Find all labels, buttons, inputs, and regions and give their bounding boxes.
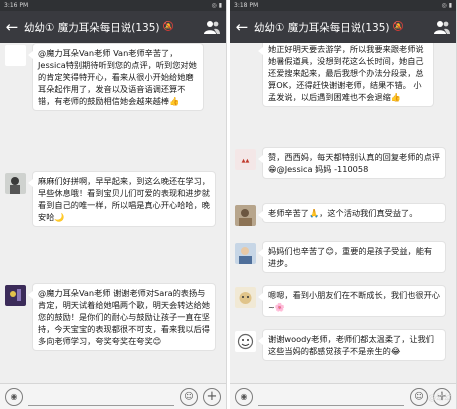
chat-screen-right: 3:18 PM ◎ ▮ ← 幼幼① 魔力耳朵每日说(135) 🔕 她正好明天要去… [230,0,457,409]
group-members-icon[interactable] [434,19,450,35]
avatar[interactable] [5,285,26,306]
chat-title-bar: ← 幼幼① 魔力耳朵每日说(135) 🔕 [230,11,456,43]
message-bubble: 麻麻们好拼啊，早早起来，到这么晚还在学习，早些休息哦！看到宝贝儿们可爱的表现和进… [28,171,216,227]
chat-title: 幼幼① 魔力耳朵每日说(135) [254,21,390,34]
message-bubble: @魔力耳朵Van老师 谢谢老师对Sara的表扬与肯定，明天试着给她唱两个歌，明天… [28,283,216,351]
emoji-icon[interactable]: ☺ [180,388,198,406]
message-list[interactable]: 她正好明天要去游学，所以我要来跟老师说她暑假道具，没想到花这么长时间，她自己还爱… [230,43,456,383]
emoji-icon[interactable]: ☺ [410,388,428,406]
status-time: 3:18 PM [234,2,259,9]
avatar[interactable] [235,331,256,352]
avatar[interactable] [235,205,256,226]
input-bar: ◉ ☺ + [230,383,456,409]
status-icons: ◎ ▮ [211,2,222,9]
message-bubble: 妈妈们也辛苦了😊，重要的是孩子受益，能有进步。 [258,241,446,273]
message-input[interactable] [258,388,404,406]
voice-icon[interactable]: ◉ [5,388,23,406]
chat-title-bar: ← 幼幼① 魔力耳朵每日说(135) 🔕 [0,11,226,43]
message-bubble: @魔力耳朵Van老师 Van老师辛苦了，Jessica特别期待听到您的点评，听到… [28,43,204,111]
group-members-icon[interactable] [204,19,220,35]
message-bubble: 老师辛苦了🙏，这个活动我们真受益了。 [258,203,446,223]
avatar[interactable]: ▲▲ [235,149,256,170]
message-bubble: 赞，西西妈，每天都特别认真的回复老师的点评😁@Jessica 妈妈 -11005… [258,147,446,179]
avatar[interactable] [235,243,256,264]
voice-icon[interactable]: ◉ [235,388,253,406]
watermark: @幼幼 [428,393,452,402]
input-bar: ◉ ☺ + [0,383,226,409]
back-arrow-icon[interactable]: ← [0,11,24,43]
avatar[interactable] [5,45,26,66]
chat-screen-left: 3:16 PM ◎ ▮ ← 幼幼① 魔力耳朵每日说(135) 🔕 @魔力耳朵Va… [0,0,227,409]
message-bubble: 谢谢woody老师，老师们都太温柔了，让我们这些当妈的都感觉孩子不是亲生的😂 [258,329,446,361]
status-time: 3:16 PM [4,2,29,9]
back-arrow-icon[interactable]: ← [230,11,254,43]
avatar[interactable] [5,173,26,194]
message-bubble: 她正好明天要去游学，所以我要来跟老师说她暑假道具，没想到花这么长时间，她自己还爱… [258,43,434,107]
status-bar: 3:16 PM ◎ ▮ [0,0,226,11]
status-bar: 3:18 PM ◎ ▮ [230,0,456,11]
plus-icon[interactable]: + [203,388,221,406]
avatar[interactable] [235,287,256,308]
bell-off-icon: 🔕 [392,22,404,32]
message-list[interactable]: @魔力耳朵Van老师 Van老师辛苦了，Jessica特别期待听到您的点评，听到… [0,43,226,383]
message-bubble: 嗯嗯，看到小朋友们在不断成长，我们也很开心~🌸 [258,285,446,317]
svg-text:▲▲: ▲▲ [242,158,250,164]
chat-title: 幼幼① 魔力耳朵每日说(135) [24,21,160,34]
status-icons: ◎ ▮ [441,2,452,9]
message-input[interactable] [28,388,174,406]
bell-off-icon: 🔕 [162,22,174,32]
